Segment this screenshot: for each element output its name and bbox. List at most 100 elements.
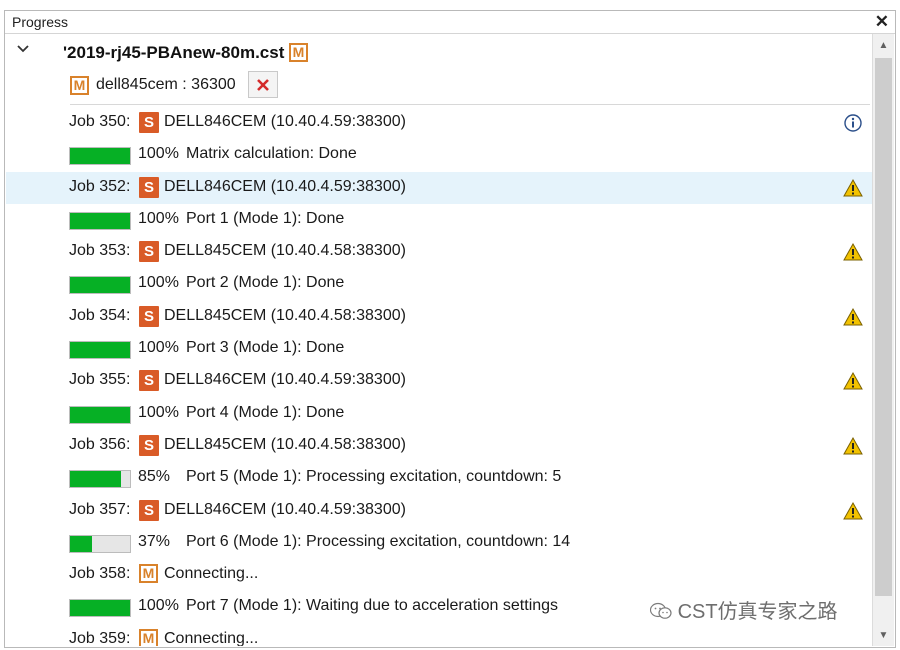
s-orange-icon: S xyxy=(139,434,159,456)
progress-bar xyxy=(69,211,131,230)
progress-row[interactable]: 100% Matrix calculation: Done xyxy=(6,139,872,171)
progress-message: Port 7 (Mode 1): Waiting due to accelera… xyxy=(186,597,559,615)
job-label: Job 357: xyxy=(69,500,131,518)
m-orange-icon: M xyxy=(70,76,89,95)
m-orange-icon: M xyxy=(139,628,158,646)
job-server: DELL845CEM (10.40.4.58:38300) xyxy=(164,242,406,260)
job-row[interactable]: Job 359: M Connecting... xyxy=(6,624,872,646)
s-orange-icon: S xyxy=(139,499,159,521)
s-orange-icon: S xyxy=(139,370,159,392)
progress-bar xyxy=(69,341,131,360)
warning-icon[interactable] xyxy=(843,178,863,198)
project-name: '2019-rj45-PBAnew-80m.cst xyxy=(63,43,285,62)
progress-row[interactable]: 100% Port 7 (Mode 1): Waiting due to acce… xyxy=(6,591,872,623)
progress-percent: 100% xyxy=(138,339,179,357)
progress-row[interactable]: 100% Port 1 (Mode 1): Done xyxy=(6,204,872,236)
progress-bar-fill xyxy=(70,212,130,229)
s-orange-icon: S xyxy=(139,176,159,198)
m-orange-icon: M xyxy=(289,43,308,62)
progress-message: Port 1 (Mode 1): Done xyxy=(186,209,345,227)
warning-icon[interactable] xyxy=(843,307,863,327)
scroll-up-button[interactable]: ▲ xyxy=(873,34,894,56)
chevron-down-icon[interactable] xyxy=(16,42,30,56)
progress-percent: 85% xyxy=(138,468,171,486)
job-label: Job 358: xyxy=(69,565,131,583)
progress-bar xyxy=(69,147,131,166)
red-x-icon xyxy=(257,78,269,91)
solver-node[interactable]: M dell845cem : 36300 xyxy=(70,71,370,100)
job-row[interactable]: Job 353: S DELL845CEM (10.40.4.58:38300) xyxy=(6,236,872,268)
close-icon[interactable]: ✕ xyxy=(875,11,889,33)
job-server: DELL846CEM (10.40.4.59:38300) xyxy=(164,177,406,195)
warning-icon[interactable] xyxy=(843,436,863,456)
progress-message: Port 3 (Mode 1): Done xyxy=(186,339,345,357)
job-server: DELL846CEM (10.40.4.59:38300) xyxy=(164,113,406,130)
progress-bar xyxy=(69,599,131,618)
job-row[interactable]: Job 358: M Connecting... xyxy=(6,559,872,591)
scroll-down-button[interactable]: ▼ xyxy=(873,624,894,646)
job-server: DELL846CEM (10.40.4.59:38300) xyxy=(164,371,406,389)
job-label: Job 350: xyxy=(69,113,131,130)
progress-message: Port 6 (Mode 1): Processing excitation, … xyxy=(186,532,571,550)
progress-percent: 100% xyxy=(138,209,179,227)
progress-row[interactable]: 100% Port 2 (Mode 1): Done xyxy=(6,268,872,300)
progress-bar-fill xyxy=(70,535,93,552)
progress-message: Port 5 (Mode 1): Processing excitation, … xyxy=(186,468,562,486)
warning-icon[interactable] xyxy=(843,501,863,521)
s-orange-icon: S xyxy=(139,305,159,327)
job-row[interactable]: Job 352: S DELL846CEM (10.40.4.59:38300) xyxy=(6,171,872,204)
scrollbar-thumb[interactable] xyxy=(875,58,892,596)
progress-bar-fill xyxy=(70,277,130,294)
progress-message: Matrix calculation: Done xyxy=(186,145,357,163)
s-orange-icon: S xyxy=(139,241,159,263)
panel-titlebar: Progress ✕ xyxy=(5,11,895,34)
solver-node-label: dell845cem : 36300 xyxy=(96,76,236,93)
panel-title: Progress xyxy=(12,14,69,30)
progress-percent: 100% xyxy=(138,597,179,615)
job-row[interactable]: Job 356: S DELL845CEM (10.40.4.58:38300) xyxy=(6,430,872,462)
progress-percent: 100% xyxy=(138,145,179,163)
progress-bar-fill xyxy=(70,148,130,165)
vertical-scrollbar[interactable]: ▲ ▼ xyxy=(872,34,894,646)
job-label: Job 359: xyxy=(69,629,131,646)
job-row[interactable]: Job 354: S DELL845CEM (10.40.4.58:38300) xyxy=(6,301,872,333)
job-server: DELL846CEM (10.40.4.59:38300) xyxy=(164,500,406,518)
job-label: Job 354: xyxy=(69,306,131,324)
info-icon[interactable] xyxy=(843,113,863,133)
progress-message: Port 2 (Mode 1): Done xyxy=(186,274,345,292)
progress-bar-fill xyxy=(70,471,121,488)
progress-bar-fill xyxy=(70,342,130,359)
progress-bar xyxy=(69,276,131,295)
stop-button[interactable] xyxy=(248,71,278,98)
progress-row[interactable]: 100% Port 3 (Mode 1): Done xyxy=(6,333,872,365)
progress-message: Port 4 (Mode 1): Done xyxy=(186,403,345,421)
job-row[interactable]: Job 350: S DELL846CEM (10.40.4.59:38300) xyxy=(6,107,872,139)
job-label: Job 353: xyxy=(69,242,131,260)
progress-tree: '2019-rj45-PBAnew-80m.cst M M dell845cem… xyxy=(6,34,872,646)
progress-row[interactable]: 37% Port 6 (Mode 1): Processing excitatio… xyxy=(6,527,872,559)
progress-percent: 37% xyxy=(138,532,171,550)
progress-bar-fill xyxy=(70,406,130,423)
progress-row[interactable]: 100% Port 4 (Mode 1): Done xyxy=(6,398,872,430)
job-label: Job 355: xyxy=(69,371,131,389)
divider xyxy=(70,104,870,105)
project-node[interactable]: '2019-rj45-PBAnew-80m.cst M xyxy=(6,40,866,66)
warning-icon[interactable] xyxy=(843,242,863,262)
job-label: Job 352: xyxy=(69,177,131,195)
progress-panel: Progress ✕ '2019-rj45-PBAnew-80m.cst M M… xyxy=(4,10,896,648)
progress-bar xyxy=(69,405,131,424)
job-list: Job 350: S DELL846CEM (10.40.4.59:38300) 10… xyxy=(6,107,872,646)
warning-icon[interactable] xyxy=(843,371,863,391)
job-row[interactable]: Job 355: S DELL846CEM (10.40.4.59:38300) xyxy=(6,365,872,397)
s-orange-icon: S xyxy=(139,112,159,133)
m-orange-icon: M xyxy=(139,564,158,584)
progress-row[interactable]: 85% Port 5 (Mode 1): Processing excitatio… xyxy=(6,462,872,494)
job-row[interactable]: Job 357: S DELL846CEM (10.40.4.59:38300) xyxy=(6,495,872,527)
job-label: Job 356: xyxy=(69,435,131,453)
progress-bar xyxy=(69,470,131,489)
progress-bar-fill xyxy=(70,600,130,617)
job-server: Connecting... xyxy=(164,629,259,646)
job-server: Connecting... xyxy=(164,565,259,583)
progress-percent: 100% xyxy=(138,274,179,292)
job-server: DELL845CEM (10.40.4.58:38300) xyxy=(164,306,406,324)
